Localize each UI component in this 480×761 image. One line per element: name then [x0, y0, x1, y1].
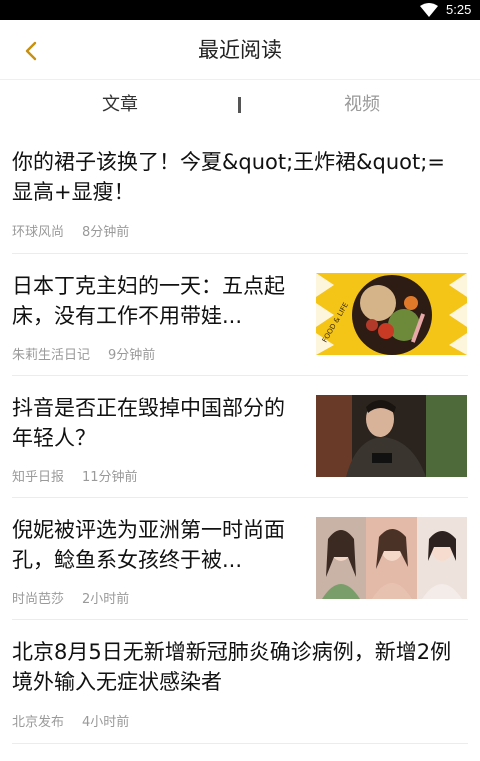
article-source: 环球风尚	[12, 225, 65, 240]
article-meta: 知乎日报 11分钟前	[12, 466, 156, 485]
article-title: 你的裙子该换了！今夏&quot;王炸裙&quot;=显高+显瘦！	[12, 150, 445, 204]
article-meta: 北京发布 4小时前	[12, 711, 147, 730]
tab-articles[interactable]: 文章	[60, 80, 180, 132]
tab-divider	[238, 97, 241, 113]
status-bar: 5:25	[0, 0, 480, 20]
food-thumbnail-image: FOOD & LIFE	[316, 273, 467, 355]
article-time: 4小时前	[82, 715, 130, 730]
article-time: 9分钟前	[108, 348, 156, 363]
article-source: 朱莉生活日记	[12, 348, 91, 363]
article-meta: 环球风尚 8分钟前	[12, 221, 147, 240]
article-item[interactable]: 抖音是否正在毁掉中国部分的年轻人？ 知乎日报 11分钟前	[12, 376, 468, 498]
article-thumbnail: FOOD & LIFE	[316, 273, 467, 355]
tab-videos[interactable]: 视频	[302, 80, 422, 132]
article-thumbnail	[316, 517, 467, 599]
app-header: 最近阅读	[0, 20, 480, 80]
article-time: 2小时前	[82, 592, 130, 607]
article-time: 11分钟前	[82, 470, 138, 485]
article-thumbnail	[316, 395, 467, 477]
article-item[interactable]: 日本丁克主妇的一天：五点起床，没有工作不用带娃... 朱莉生活日记 9分钟前 FO…	[12, 254, 468, 376]
article-source: 时尚芭莎	[12, 592, 65, 607]
article-item[interactable]: 倪妮被评选为亚洲第一时尚面孔，鲶鱼系女孩终于被... 时尚芭莎 2小时前	[12, 498, 468, 620]
article-title: 抖音是否正在毁掉中国部分的年轻人？	[12, 396, 285, 450]
man-phone-thumbnail-image	[316, 395, 467, 477]
article-item[interactable]: 北京8月5日无新增新冠肺炎确诊病例，新增2例境外输入无症状感染者 北京发布 4小时…	[12, 620, 468, 744]
three-portraits-thumbnail-image	[316, 517, 467, 599]
wifi-icon	[420, 3, 438, 17]
page-title: 最近阅读	[198, 38, 282, 62]
article-source: 知乎日报	[12, 470, 65, 485]
article-meta: 朱莉生活日记 9分钟前	[12, 344, 173, 363]
article-list: 你的裙子该换了！今夏&quot;王炸裙&quot;=显高+显瘦！ 环球风尚 8分钟…	[0, 132, 480, 744]
article-title: 北京8月5日无新增新冠肺炎确诊病例，新增2例境外输入无症状感染者	[12, 640, 452, 694]
article-title: 倪妮被评选为亚洲第一时尚面孔，鲶鱼系女孩终于被...	[12, 518, 285, 572]
article-item[interactable]: 你的裙子该换了！今夏&quot;王炸裙&quot;=显高+显瘦！ 环球风尚 8分钟…	[12, 132, 468, 254]
article-source: 北京发布	[12, 715, 65, 730]
article-meta: 时尚芭莎 2小时前	[12, 588, 147, 607]
article-time: 8分钟前	[82, 225, 130, 240]
article-title: 日本丁克主妇的一天：五点起床，没有工作不用带娃...	[12, 274, 285, 328]
status-time: 5:25	[446, 2, 472, 17]
